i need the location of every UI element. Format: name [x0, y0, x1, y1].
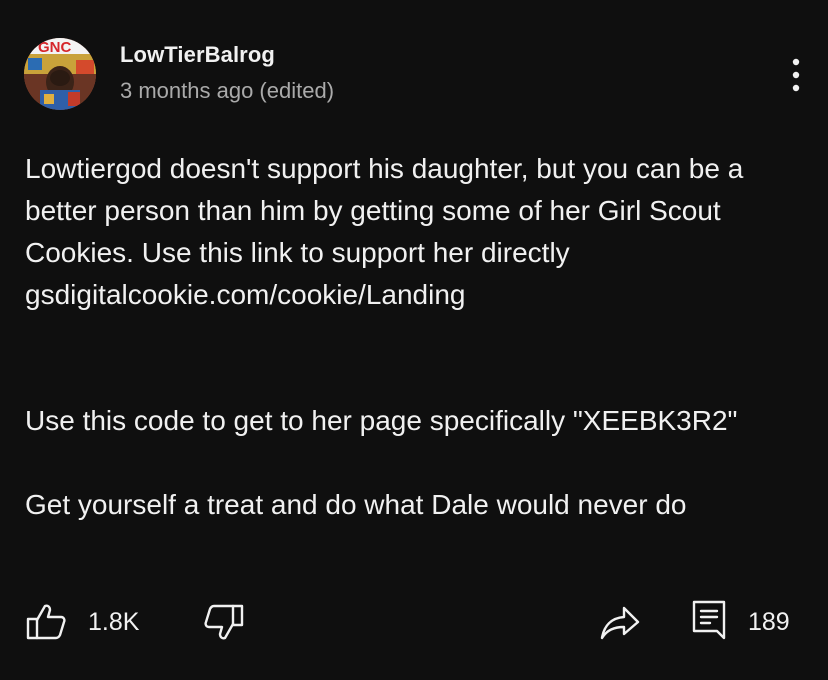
comment-body: Lowtiergod doesn't support his daughter,… [25, 148, 805, 526]
comment-paragraph [25, 316, 805, 358]
comment-paragraph [25, 358, 805, 400]
comment-actions: 1.8K 189 [0, 598, 828, 648]
share-icon[interactable] [598, 600, 642, 644]
reply-icon[interactable] [688, 598, 732, 642]
author-name[interactable]: LowTierBalrog [120, 42, 275, 68]
comment-paragraph [25, 442, 805, 484]
comment-timestamp: 3 months ago (edited) [120, 78, 335, 103]
avatar[interactable]: GNC [24, 38, 96, 110]
comment-paragraph: Get yourself a treat and do what Dale wo… [25, 489, 687, 520]
thumbs-down-icon[interactable] [202, 600, 246, 644]
avatar-logo-text: GNC [38, 39, 72, 56]
reply-count[interactable]: 189 [748, 608, 790, 637]
thumbs-up-icon[interactable] [24, 600, 68, 644]
comment-paragraph: Use this code to get to her page specifi… [25, 405, 738, 436]
like-count: 1.8K [88, 608, 140, 636]
comment-paragraph: Lowtiergod doesn't support his daughter,… [25, 153, 744, 310]
comment-card: GNC LowTierBalrog 3 months ago (edited) … [0, 0, 828, 680]
more-vertical-icon[interactable] [784, 56, 808, 94]
